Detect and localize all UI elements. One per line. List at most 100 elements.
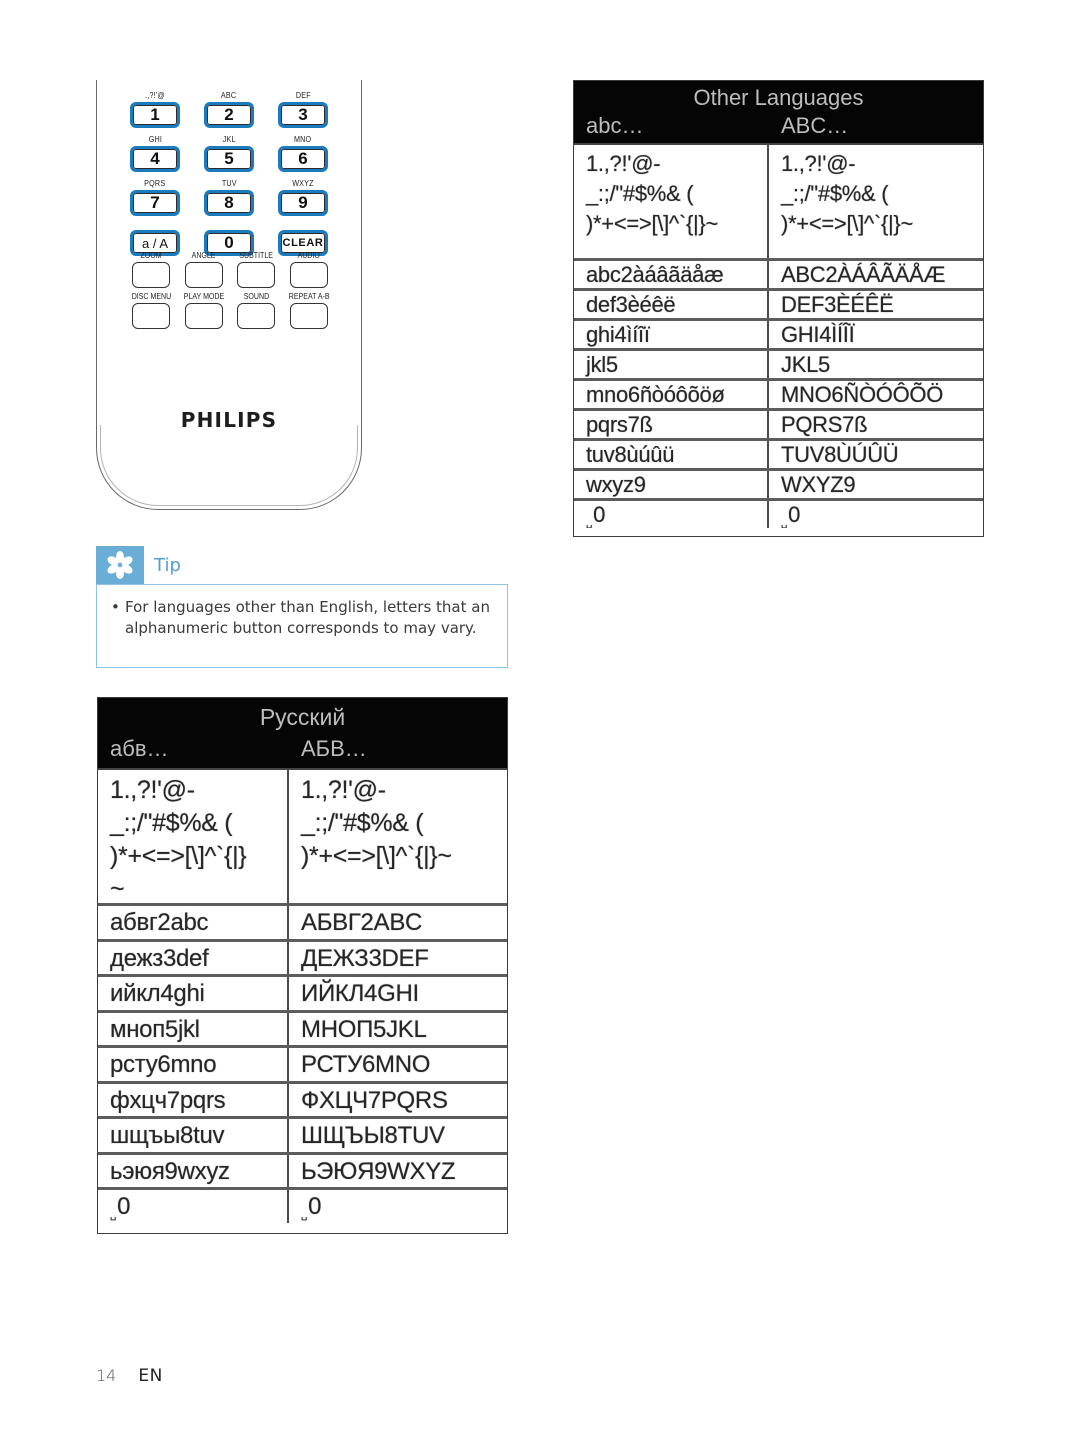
table-row: шщъы8tuv ШЩЪЫ8TUV	[98, 1116, 507, 1152]
table-title: Other Languages	[693, 85, 864, 110]
tip-title: Tip	[154, 554, 181, 576]
cell-lowercase: tuv8ùúûü	[574, 441, 769, 468]
key-2-letters: ABC	[221, 91, 237, 100]
cell-uppercase: РСТУ6MNO	[301, 1051, 431, 1078]
cell-lowercase: ␣0	[574, 501, 769, 528]
cell-lowercase: рсту6mno	[98, 1048, 289, 1081]
table-row: фхцч7pqrs ФХЦЧ7PQRS	[98, 1080, 507, 1116]
fn-cell: SOUND	[230, 291, 282, 329]
key-angle-label: ANGLE	[191, 251, 216, 260]
tip-box: • For languages other than English, lett…	[96, 584, 508, 668]
column-header-lowercase: абв…	[110, 736, 169, 761]
key-cell: MNO 6	[277, 134, 329, 172]
cell-uppercase: ДЕЖЗ3DEF	[301, 944, 429, 972]
space-icon: ␣	[110, 1210, 117, 1221]
cell-lowercase: mno6ñòóôõöø	[574, 381, 769, 408]
function-key-row: DISC MENU PLAY MODE SOUND REPEAT A-B	[125, 291, 335, 329]
table-row: ghi4ìíîï GHI4ÌÍÎÏ	[574, 318, 983, 348]
cell-lowercase: abc2àáâãäåæ	[574, 261, 769, 288]
table-row: def3èéêë DEF3ÈÉÊË	[574, 288, 983, 318]
table-row: ␣0 ␣0	[98, 1187, 507, 1223]
space-icon: ␣	[781, 518, 788, 528]
table-row: дежз3def ДЕЖЗ3DEF	[98, 938, 507, 974]
fn-cell: DISC MENU	[125, 291, 177, 329]
key-zoom-label: ZOOM	[140, 251, 162, 260]
cell-uppercase: TUV8ÙÚÛÜ	[781, 442, 899, 467]
key-7: 7	[130, 190, 180, 216]
key-9: 9	[278, 190, 328, 216]
cell-lowercase: def3èéêë	[574, 291, 769, 318]
table-row: абвг2abc АБВГ2ABC	[98, 903, 507, 939]
key-3: 3	[278, 102, 328, 128]
table-row: мноп5jkl МНОП5JKL	[98, 1009, 507, 1045]
key-1-letters: .,?!'@	[145, 91, 165, 100]
table-header: Русский абв… АБВ…	[98, 698, 507, 768]
cell-uppercase: DEF3ÈÉÊË	[781, 292, 894, 317]
column-headers: абв… АБВ…	[98, 734, 507, 768]
keypad-row: .,?!'@ 1 ABC 2 DEF 3	[129, 90, 329, 128]
other-languages-table: Other Languages abc… ABC… 1.,?!'@- _:;/"…	[573, 80, 984, 537]
table-header: Other Languages abc… ABC…	[574, 81, 983, 143]
tip-list-item: • For languages other than English, lett…	[111, 597, 493, 639]
cell-lowercase: дежз3def	[98, 941, 289, 974]
key-4-letters: GHI	[148, 135, 162, 144]
key-angle	[184, 262, 223, 288]
table-row: wxyz9 WXYZ9	[574, 468, 983, 498]
cell-uppercase: АБВГ2ABC	[301, 909, 423, 936]
cell-lowercase: ␣0	[98, 1190, 289, 1223]
key-audio-label: AUDIO	[297, 251, 321, 260]
fn-cell: SUBTITLE	[230, 250, 282, 288]
column-header-uppercase: АБВ…	[301, 736, 367, 761]
key-2: 2	[204, 102, 254, 128]
cell-uppercase: MNO6ÑÒÓÔÕÖ	[781, 382, 944, 407]
key-repeat-ab	[289, 303, 328, 329]
table-row: ␣0 ␣0	[574, 498, 983, 528]
column-headers: abc… ABC…	[574, 113, 983, 143]
keypad-row: GHI 4 JKL 5 MNO 6	[129, 134, 329, 172]
key-8-letters: TUV	[221, 179, 237, 188]
table-row: mno6ñòóôõöø MNO6ÑÒÓÔÕÖ	[574, 378, 983, 408]
key-8: 8	[204, 190, 254, 216]
key-sound	[237, 303, 276, 329]
column-header-uppercase: ABC…	[781, 113, 849, 138]
key-subtitle-label: SUBTITLE	[239, 251, 274, 260]
cell-lowercase: wxyz9	[574, 471, 769, 498]
asterisk-icon	[107, 551, 133, 579]
table-row-symbols: 1.,?!'@- _:;/"#$%& ( )*+<=>[\]^`{|} ~ 1.…	[98, 768, 507, 903]
space-icon: ␣	[586, 518, 593, 528]
column-header-lowercase: abc…	[586, 113, 644, 138]
key-3-letters: DEF	[295, 91, 311, 100]
table-body: абвг2abc АБВГ2ABC дежз3def ДЕЖЗ3DEF ийкл4ghi…	[98, 903, 507, 1223]
cell-uppercase: ЬЭЮЯ9WXYZ	[301, 1157, 456, 1185]
key-5-letters: JKL	[222, 135, 236, 144]
key-play-mode-label: PLAY MODE	[183, 292, 224, 301]
cell-lowercase: шщъы8tuv	[98, 1119, 289, 1152]
cell-uppercase: PQRS7ß	[781, 412, 868, 437]
key-1: 1	[130, 102, 180, 128]
table-title: Русский	[259, 704, 346, 730]
cell-uppercase: ␣0	[781, 502, 800, 528]
fn-cell: REPEAT A-B	[283, 291, 335, 329]
cell-lowercase: pqrs7ß	[574, 411, 769, 438]
keypad-row: PQRS 7 TUV 8 WXYZ 9	[129, 178, 329, 216]
cell-lowercase: фхцч7pqrs	[98, 1083, 289, 1116]
table-row: ийкл4ghi ИЙКЛ4GHI	[98, 974, 507, 1010]
key-cell: GHI 4	[129, 134, 181, 172]
symbols-lowercase: 1.,?!'@- _:;/"#$%& ( )*+<=>[\]^`{|} ~	[98, 770, 289, 903]
key-cell: ABC 2	[203, 90, 255, 128]
cell-uppercase: WXYZ9	[781, 472, 856, 497]
table-row: pqrs7ß PQRS7ß	[574, 408, 983, 438]
key-9-letters: WXYZ	[292, 179, 314, 188]
remote-control-illustration: .,?!'@ 1 ABC 2 DEF 3 GHI 4 JKL 5 MNO 6 PQRS 7 T…	[96, 80, 362, 510]
tip-text: For languages other than English, letter…	[125, 598, 490, 637]
key-cell: JKL 5	[203, 134, 255, 172]
key-4: 4	[130, 146, 180, 172]
cell-uppercase: ФХЦЧ7PQRS	[301, 1086, 448, 1114]
symbols-uppercase: 1.,?!'@- _:;/"#$%& ( )*+<=>[\]^`{|}~	[781, 151, 914, 236]
function-keys: ZOOM ANGLE SUBTITLE AUDIO DISC MENU PLAY…	[125, 250, 335, 329]
cell-lowercase: jkl5	[574, 351, 769, 378]
key-5: 5	[204, 146, 254, 172]
key-sound-label: SOUND	[243, 292, 270, 301]
russian-table: Русский абв… АБВ… 1.,?!'@- _:;/"#$%& ( )…	[97, 697, 508, 1234]
function-key-row: ZOOM ANGLE SUBTITLE AUDIO	[125, 250, 335, 288]
